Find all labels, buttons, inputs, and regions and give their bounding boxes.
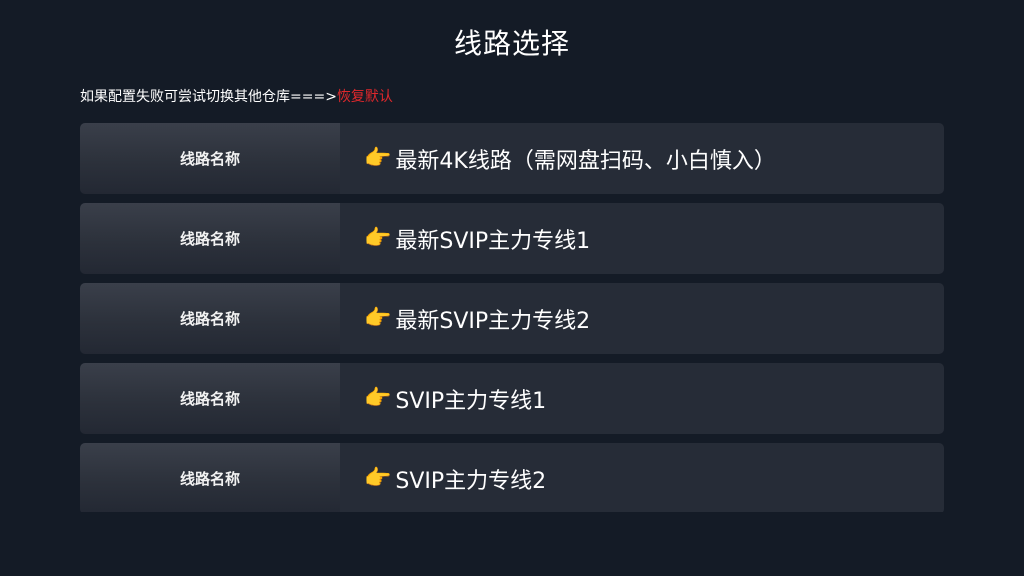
- route-item-1[interactable]: 线路名称 👉 最新4K线路（需网盘扫码、小白慎入）: [80, 123, 944, 194]
- route-label: 线路名称: [80, 443, 340, 512]
- route-label: 线路名称: [80, 123, 340, 194]
- route-label: 线路名称: [80, 203, 340, 274]
- route-name-cell: 👉 SVIP主力专线2: [340, 443, 944, 512]
- page-title: 线路选择: [453, 27, 570, 60]
- repository-hint: 如果配置失败可尝试切换其他仓库===>恢复默认: [80, 86, 393, 106]
- route-label: 线路名称: [80, 363, 340, 434]
- route-name-cell: 👉 最新SVIP主力专线2: [340, 283, 944, 354]
- pointing-hand-icon: 👉: [364, 225, 392, 251]
- route-name: 最新SVIP主力专线2: [395, 308, 591, 334]
- route-name: 最新4K线路（需网盘扫码、小白慎入）: [395, 148, 776, 174]
- pointing-hand-icon: 👉: [364, 385, 392, 411]
- route-item-5[interactable]: 线路名称 👉 SVIP主力专线2: [80, 443, 944, 512]
- pointing-hand-icon: 👉: [364, 305, 392, 331]
- route-name: 最新SVIP主力专线1: [395, 228, 591, 254]
- restore-default-link[interactable]: 恢复默认: [337, 89, 393, 105]
- route-name: SVIP主力专线1: [395, 388, 547, 414]
- route-name-cell: 👉 最新SVIP主力专线1: [340, 203, 944, 274]
- route-name: SVIP主力专线2: [395, 468, 547, 494]
- route-list: 线路名称 👉 最新4K线路（需网盘扫码、小白慎入） 线路名称 👉 最新SVIP主…: [80, 123, 944, 512]
- route-item-2[interactable]: 线路名称 👉 最新SVIP主力专线1: [80, 203, 944, 274]
- pointing-hand-icon: 👉: [364, 145, 392, 171]
- pointing-hand-icon: 👉: [364, 465, 392, 491]
- hint-text: 如果配置失败可尝试切换其他仓库===>: [80, 89, 337, 105]
- route-item-3[interactable]: 线路名称 👉 最新SVIP主力专线2: [80, 283, 944, 354]
- route-label: 线路名称: [80, 283, 340, 354]
- route-name-cell: 👉 最新4K线路（需网盘扫码、小白慎入）: [340, 123, 944, 194]
- route-name-cell: 👉 SVIP主力专线1: [340, 363, 944, 434]
- route-item-4[interactable]: 线路名称 👉 SVIP主力专线1: [80, 363, 944, 434]
